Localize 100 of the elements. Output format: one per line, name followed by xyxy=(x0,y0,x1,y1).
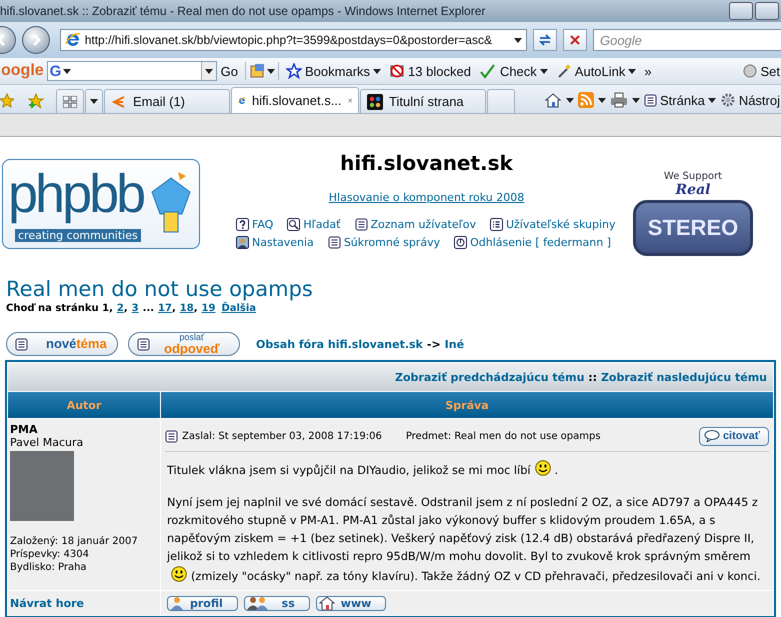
photo-placeholder xyxy=(10,451,74,521)
user-icon xyxy=(170,596,184,610)
browser-tab[interactable]: Email (1) xyxy=(104,89,230,113)
dropdown-arrow-icon[interactable] xyxy=(540,68,548,74)
page-link[interactable]: 3 xyxy=(132,303,139,314)
tab-list-button[interactable] xyxy=(85,89,103,113)
page-link[interactable]: 18 xyxy=(180,303,194,314)
post-text: . xyxy=(554,464,558,477)
pm-button[interactable]: ss xyxy=(244,596,310,610)
gear-icon xyxy=(720,92,736,108)
user-detail: Založený: 18 január 2007 xyxy=(10,535,139,548)
google-search-field[interactable]: G xyxy=(46,61,217,81)
page-link[interactable]: 17 xyxy=(158,303,172,314)
page-link[interactable]: 19 xyxy=(202,303,216,314)
more-chevron[interactable]: » xyxy=(640,60,656,82)
search-icon xyxy=(287,218,300,231)
spellcheck-icon xyxy=(478,63,497,79)
close-tab-icon[interactable] xyxy=(348,96,352,105)
magic-wand-icon xyxy=(556,63,572,79)
smiley-icon xyxy=(534,460,551,476)
forum-logo[interactable]: phpbb creating communities xyxy=(2,159,200,249)
blocked-popup-icon xyxy=(389,63,406,79)
next-page-link[interactable]: Ďalšia xyxy=(221,303,256,314)
post-text: Titulek vlákna jsem si vypůjčil na DIYaudio, jelikož se mi moc líbí xyxy=(167,464,531,477)
go-button[interactable]: Go xyxy=(216,60,242,82)
nav-link[interactable]: Užívateľské skupiny xyxy=(490,218,616,231)
forward-button[interactable] xyxy=(22,26,50,54)
post-date: Zaslal: St september 03, 2008 17:19:06 xyxy=(182,430,382,442)
new-topic-button[interactable]: novétéma xyxy=(6,332,118,356)
star-icon xyxy=(286,63,302,79)
settings-button[interactable]: Set xyxy=(739,60,781,82)
search-field[interactable]: Google xyxy=(592,29,781,51)
home-icon[interactable] xyxy=(544,92,562,108)
house-icon xyxy=(318,596,335,610)
nav-separator: :: xyxy=(587,370,598,384)
nav-link[interactable]: Odhlásenie [ federmann ] xyxy=(454,236,612,249)
toolbar-button[interactable]: 13 blocked xyxy=(385,60,475,82)
nav-link[interactable]: Hľadať xyxy=(287,218,340,231)
add-favorite-icon[interactable] xyxy=(28,93,44,109)
nav-link[interactable]: Zoznam užívateľov xyxy=(354,218,476,231)
dropdown-arrow-icon[interactable] xyxy=(204,68,213,74)
www-button[interactable]: www xyxy=(316,596,386,610)
dropdown-arrow-icon[interactable] xyxy=(598,98,606,102)
quick-tabs-button[interactable] xyxy=(56,89,84,113)
topic-nav-link[interactable]: Zobraziť nasledujúcu tému xyxy=(600,370,767,384)
breadcrumb-link[interactable]: Iné xyxy=(444,338,464,350)
topic-nav-link[interactable]: Zobraziť predchádzajúcu tému xyxy=(395,370,584,384)
dropdown-arrow-icon[interactable] xyxy=(628,68,636,74)
dropdown-arrow-icon[interactable] xyxy=(514,38,522,42)
dropdown-arrow-icon[interactable] xyxy=(373,68,382,74)
quote-button[interactable]: citovať xyxy=(698,426,769,446)
google-logo: oogle xyxy=(1,62,44,80)
star-icon[interactable] xyxy=(0,93,14,109)
minimize-button[interactable] xyxy=(729,2,753,20)
toolbar-button[interactable]: AutoLink xyxy=(552,60,640,82)
ie-logo-icon xyxy=(64,32,81,48)
toolbar-button[interactable]: Bookmarks xyxy=(282,60,386,82)
address-field[interactable]: http://hifi.slovanet.sk/bb/viewtopic.php?t=3599&postdays=0&postorder=asc& xyxy=(60,29,528,51)
page-separator: , xyxy=(124,303,128,314)
user-detail: Príspevky: 4304 xyxy=(10,548,90,561)
nav-link[interactable]: Súkromné správy xyxy=(328,236,440,249)
profile-button[interactable]: profil xyxy=(167,596,238,610)
dropdown-arrow-icon[interactable] xyxy=(566,98,574,102)
toolbar-button[interactable]: Check xyxy=(474,60,552,82)
nav-link[interactable]: FAQ xyxy=(236,218,274,231)
printer-icon[interactable] xyxy=(610,92,628,108)
page-separator: , xyxy=(194,303,198,314)
smiley-icon xyxy=(171,566,187,582)
topic-title[interactable]: Real men do not use opamps xyxy=(6,277,775,301)
site-favicon-icon xyxy=(367,94,383,110)
post-icon xyxy=(165,430,178,442)
message-icon xyxy=(328,236,341,249)
page-separator: , xyxy=(172,303,176,314)
user-icon xyxy=(236,236,249,249)
help-icon xyxy=(236,218,249,231)
breadcrumb-link[interactable]: Obsah fóra hifi.slovanet.sk xyxy=(256,338,423,350)
refresh-icon xyxy=(538,33,552,47)
nav-link[interactable]: Nastavenia xyxy=(236,236,314,249)
refresh-button[interactable] xyxy=(533,29,558,51)
dropdown-arrow-icon[interactable] xyxy=(267,68,276,74)
page-link[interactable]: 2 xyxy=(116,303,124,314)
breadcrumb-separator: -> xyxy=(426,338,441,350)
tools-menu[interactable]: Nástroj xyxy=(720,92,780,108)
poll-link[interactable]: Hlasovanie o komponent roku 2008 xyxy=(328,191,524,204)
document-icon xyxy=(15,338,28,350)
stop-button[interactable] xyxy=(563,29,587,51)
dropdown-arrow-icon[interactable] xyxy=(708,98,716,102)
two-users-icon xyxy=(246,596,269,610)
reply-button[interactable]: poslať odpoveď xyxy=(128,332,240,356)
dropdown-arrow-icon[interactable] xyxy=(632,98,640,102)
dropdown-arrow-icon[interactable] xyxy=(90,99,98,104)
page-menu[interactable]: Stránka xyxy=(644,92,716,108)
document-icon xyxy=(137,338,150,350)
browser-tab[interactable]: hifi.slovanet.s... xyxy=(231,87,359,113)
browser-tab[interactable]: Titulní strana xyxy=(360,89,486,113)
dropdown-arrow-icon[interactable] xyxy=(63,68,72,74)
page-icon xyxy=(644,94,657,106)
mail-app-icon xyxy=(111,94,127,110)
circle-icon xyxy=(743,64,758,78)
maximize-button[interactable] xyxy=(755,2,779,20)
